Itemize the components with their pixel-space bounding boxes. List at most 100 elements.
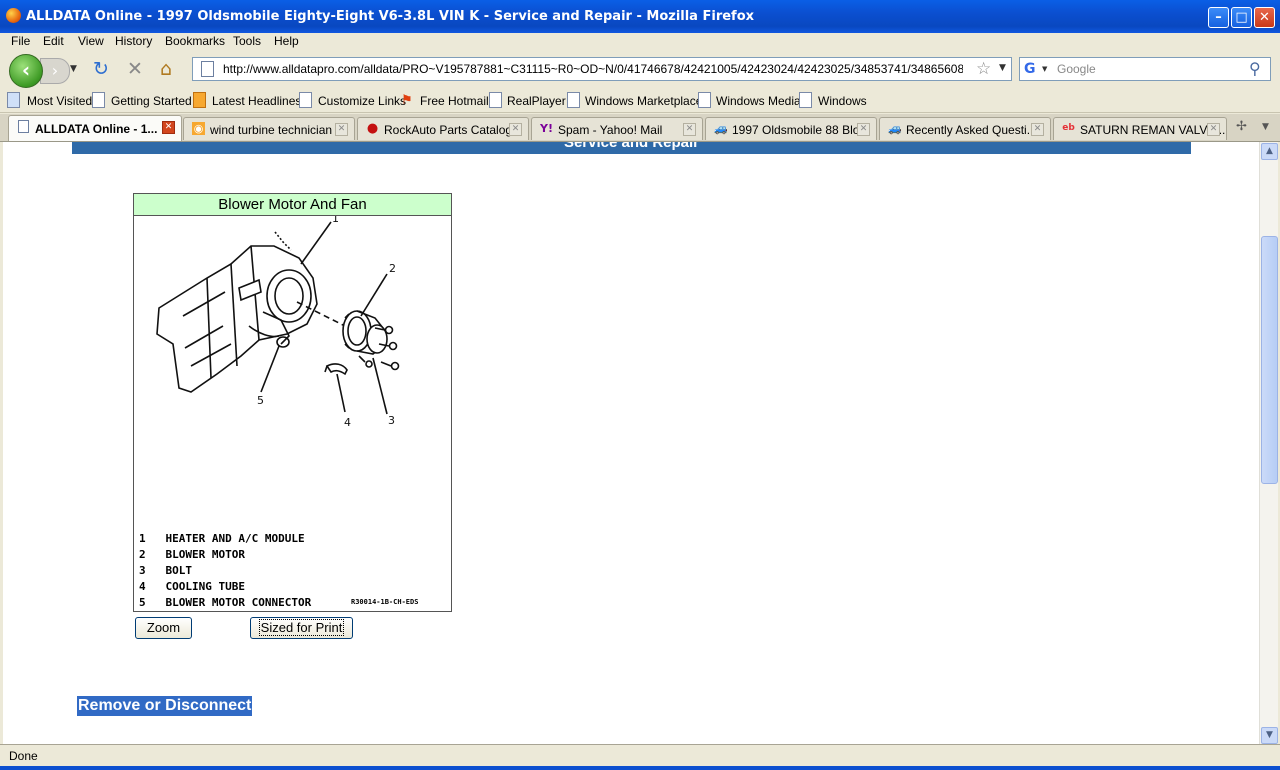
bookmark-windows-media[interactable]: Windows Media: [716, 94, 801, 108]
legend-item: 1 HEATER AND A/C MODULE: [139, 532, 305, 545]
close-icon: ✕: [1259, 10, 1270, 25]
blower-motor-diagram[interactable]: 1 2 3 4 5: [139, 216, 439, 456]
bookmark-most-visited[interactable]: Most Visited: [27, 94, 92, 108]
close-tab-icon[interactable]: ✕: [335, 123, 348, 136]
tab-bar: ALLDATA Online - 1... ✕ ◉ wind turbine t…: [0, 114, 1280, 142]
zoom-button[interactable]: Zoom: [135, 617, 192, 639]
search-icon[interactable]: ⚲: [1249, 59, 1261, 78]
url-text[interactable]: http://www.alldatapro.com/alldata/PRO~V1…: [223, 62, 963, 76]
google-icon[interactable]: G: [1024, 61, 1040, 77]
search-engine-dropdown-icon[interactable]: ▼: [1042, 65, 1047, 73]
bookmark-customize-links[interactable]: Customize Links: [318, 94, 406, 108]
window-border: [0, 766, 1280, 770]
window-title: ALLDATA Online - 1997 Oldsmobile Eighty-…: [26, 9, 755, 24]
close-tab-icon[interactable]: ✕: [162, 121, 175, 134]
back-button[interactable]: ‹: [9, 54, 43, 88]
url-dropdown-icon[interactable]: ▼: [999, 63, 1006, 73]
figure-title: Blower Motor And Fan: [134, 194, 451, 216]
search-bar[interactable]: G ▼ Google ⚲: [1019, 57, 1271, 81]
back-arrow-icon: ‹: [21, 58, 31, 82]
page-icon: [567, 92, 580, 108]
close-tab-icon[interactable]: ✕: [683, 123, 696, 136]
bookmark-star-icon[interactable]: ☆: [976, 59, 991, 79]
page-icon: [698, 92, 711, 108]
tab-alldata[interactable]: ALLDATA Online - 1... ✕: [8, 115, 182, 141]
forward-button[interactable]: ›: [40, 58, 70, 84]
legend-item: 4 COOLING TUBE: [139, 580, 245, 593]
menu-view[interactable]: View: [78, 34, 104, 48]
minimize-button[interactable]: –: [1208, 7, 1229, 28]
close-tab-icon[interactable]: ✕: [1031, 123, 1044, 136]
url-bar[interactable]: http://www.alldatapro.com/alldata/PRO~V1…: [192, 57, 1012, 81]
callout-4: 4: [344, 416, 351, 429]
legend-item: 5 BLOWER MOTOR CONNECTOR: [139, 596, 312, 609]
menu-edit[interactable]: Edit: [43, 34, 64, 48]
search-input[interactable]: Google: [1057, 62, 1096, 76]
legend-item: 3 BOLT: [139, 564, 192, 577]
bookmark-latest-headlines[interactable]: Latest Headlines: [212, 94, 301, 108]
navigation-toolbar: › ‹ ▼ ↻ ✕ ⌂ http://www.alldatapro.com/al…: [0, 51, 1280, 89]
page-header: Service and Repair: [72, 142, 1191, 154]
menu-help[interactable]: Help: [274, 34, 299, 48]
firefox-icon: [6, 8, 21, 23]
tab-label: wind turbine technician ...: [210, 123, 346, 137]
close-tab-icon[interactable]: ✕: [857, 123, 870, 136]
close-tab-icon[interactable]: ✕: [509, 123, 522, 136]
maximize-button[interactable]: □: [1231, 7, 1252, 28]
legend-item: 2 BLOWER MOTOR: [139, 548, 245, 561]
scroll-down-icon[interactable]: ▼: [1261, 727, 1278, 744]
bookmark-realplayer[interactable]: RealPlayer: [507, 94, 566, 108]
page-icon: [489, 92, 502, 108]
section-heading: Remove or Disconnect: [77, 696, 253, 716]
bookmark-free-hotmail[interactable]: Free Hotmail: [420, 94, 489, 108]
minimize-icon: –: [1215, 10, 1222, 25]
status-text: Done: [9, 749, 38, 763]
history-dropdown-icon[interactable]: ▼: [70, 64, 77, 74]
yahoo-icon: Y!: [540, 122, 553, 135]
tab-yahoo-mail[interactable]: Y! Spam - Yahoo! Mail ✕: [531, 117, 703, 140]
reload-icon[interactable]: ↻: [93, 60, 109, 79]
home-icon[interactable]: ⌂: [160, 60, 172, 79]
status-bar: Done: [0, 744, 1280, 767]
page-icon: [299, 92, 312, 108]
tab-wind-turbine[interactable]: ◉ wind turbine technician ... ✕: [183, 117, 355, 140]
page-icon: [201, 61, 214, 77]
tab-label: ALLDATA Online - 1...: [35, 122, 158, 136]
tab-saturn-valve[interactable]: eb SATURN REMAN VALVE... ✕: [1053, 117, 1227, 140]
bookmark-windows-marketplace[interactable]: Windows Marketplace: [585, 94, 702, 108]
bookmarks-toolbar: Most Visited Getting Started Latest Head…: [0, 90, 1280, 113]
bookmark-getting-started[interactable]: Getting Started: [111, 94, 192, 108]
menu-file[interactable]: File: [11, 34, 30, 48]
callout-1: 1: [332, 216, 339, 225]
new-tab-icon[interactable]: ✢: [1236, 119, 1247, 134]
menu-bookmarks[interactable]: Bookmarks: [165, 34, 225, 48]
rockauto-icon: ●: [366, 121, 379, 136]
close-tab-icon[interactable]: ✕: [1207, 123, 1220, 136]
close-window-button[interactable]: ✕: [1254, 7, 1275, 28]
tab-oldsmobile-blower[interactable]: 🚙 1997 Oldsmobile 88 Blo... ✕: [705, 117, 877, 140]
menu-bar: File Edit View History Bookmarks Tools H…: [0, 33, 1280, 50]
menu-history[interactable]: History: [115, 34, 152, 48]
figure-panel: Blower Motor And Fan 1 2 3 4 5 1 HEATER …: [133, 193, 452, 612]
stop-icon[interactable]: ✕: [127, 60, 143, 79]
bookmark-windows[interactable]: Windows: [818, 94, 867, 108]
forward-arrow-icon: ›: [51, 61, 59, 80]
tab-label: 1997 Oldsmobile 88 Blo...: [732, 123, 870, 137]
scrollbar-thumb[interactable]: [1261, 236, 1278, 484]
tab-rockauto[interactable]: ● RockAuto Parts Catalog ✕: [357, 117, 529, 140]
list-tabs-icon[interactable]: ▼: [1262, 122, 1269, 132]
print-button-label: Sized for Print: [258, 619, 345, 636]
callout-2: 2: [389, 262, 396, 275]
tab-label: SATURN REMAN VALVE...: [1080, 123, 1226, 137]
sized-for-print-button[interactable]: Sized for Print: [250, 617, 353, 639]
page-content: Service and Repair Blower Motor And Fan: [3, 142, 1259, 744]
page-icon: [92, 92, 105, 108]
figure-code: R30014-1B-CH-EDS: [351, 598, 419, 606]
vertical-scrollbar[interactable]: ▲ ▼: [1259, 142, 1278, 744]
callout-3: 3: [388, 414, 395, 427]
tab-recently-asked[interactable]: 🚙 Recently Asked Questi... ✕: [879, 117, 1051, 140]
car-icon: 🚙: [714, 122, 728, 135]
rss-icon: [193, 92, 206, 108]
scroll-up-icon[interactable]: ▲: [1261, 143, 1278, 160]
menu-tools[interactable]: Tools: [233, 34, 261, 48]
